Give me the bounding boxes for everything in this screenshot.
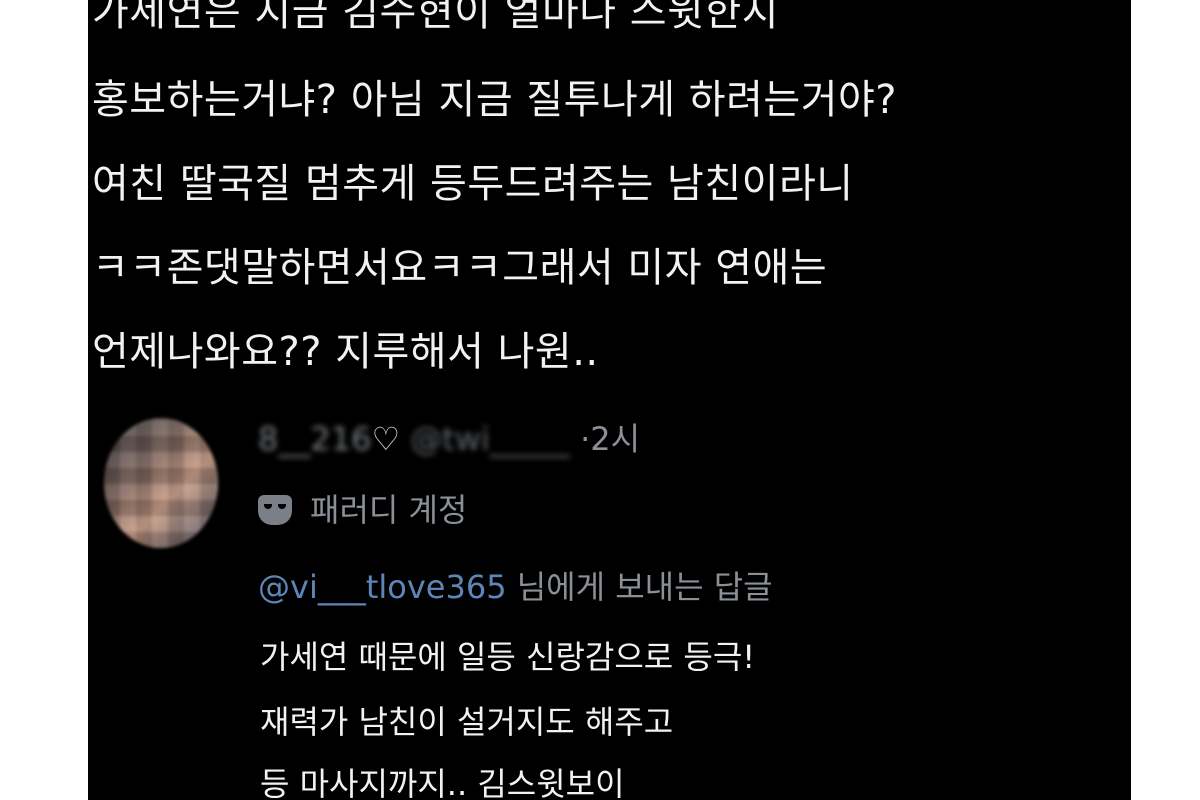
post-line-4: ㅋㅋ존댓말하면서요ㅋㅋ그래서 미자 연애는	[92, 245, 828, 291]
post-line-2: 홍보하는거냐? 아님 지금 질투나게 하려는거야?	[92, 77, 898, 123]
post-line-3: 여친 딸국질 멈추게 등두드려주는 남친이라니	[92, 161, 854, 207]
display-name[interactable]: 8__216	[258, 420, 371, 458]
separator-dot: ·	[580, 420, 591, 458]
heart-icon: ♡	[371, 420, 401, 458]
post-line-1: 가세연은 지금 김수현이 얼마나 스윗한지	[92, 0, 779, 35]
reply-line-1: 가세연 때문에 일등 신랑감으로 등극!	[260, 638, 756, 676]
reply-line-3: 등 마사지까지.. 김스윗보이	[260, 765, 625, 800]
reply-header: 8__216♡ @twi_____ ·2시	[258, 417, 640, 461]
theater-mask-icon	[258, 495, 292, 525]
reply-line-2: 재력가 남친이 설거지도 해주고	[260, 703, 674, 741]
replying-to: @vi___tlove365 님에게 보내는 답글	[258, 565, 773, 609]
parody-account-label: 패러디 계정	[258, 488, 467, 532]
screenshot-frame: 가세연은 지금 김수현이 얼마나 스윗한지 홍보하는거냐? 아님 지금 질투나게…	[88, 0, 1131, 800]
user-handle[interactable]: @twi_____	[410, 420, 570, 458]
post-line-5: 언제나와요?? 지루해서 나원..	[92, 329, 599, 375]
avatar[interactable]	[104, 418, 218, 548]
reply-suffix: 님에게 보내는 답글	[516, 568, 773, 606]
timestamp[interactable]: 2시	[590, 420, 640, 458]
parody-text: 패러디 계정	[310, 491, 468, 529]
mention-link[interactable]: @vi___tlove365	[258, 568, 507, 606]
